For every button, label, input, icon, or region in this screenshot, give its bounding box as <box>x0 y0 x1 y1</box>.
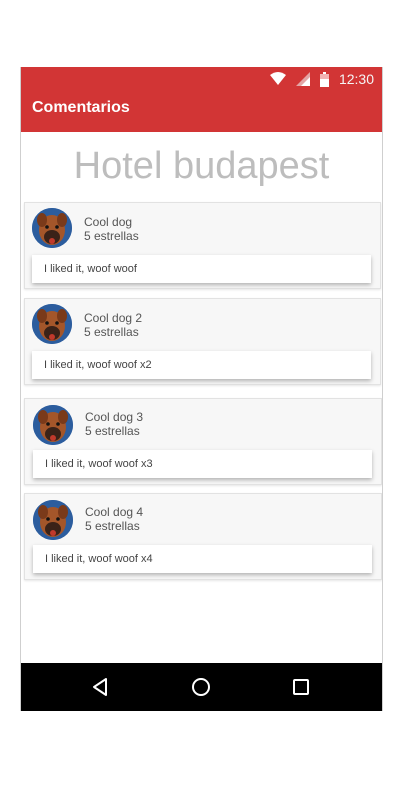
status-time: 12:30 <box>338 71 374 87</box>
avatar <box>32 304 72 344</box>
review-rating: 5 estrellas <box>85 424 140 438</box>
avatar <box>33 500 73 540</box>
reviews-content: Hotel budapest Cool dog 5 estrellas I li… <box>21 132 382 663</box>
review-comment: I liked it, woof woof x2 <box>32 351 371 379</box>
nav-bar <box>21 663 382 711</box>
reviewer-name: Cool dog <box>84 215 133 229</box>
phone-screen: 12:30 Comentarios Hotel budapest Cool do… <box>20 67 383 711</box>
review-comment-text: I liked it, woof woof x4 <box>45 553 153 565</box>
review-card[interactable]: Cool dog 4 5 estrellas I liked it, woof … <box>24 493 382 580</box>
app-bar-title: Comentarios <box>32 99 130 116</box>
home-icon[interactable] <box>190 676 212 698</box>
review-rating: 5 estrellas <box>85 519 140 533</box>
review-comment-text: I liked it, woof woof x2 <box>44 359 152 371</box>
app-bar: Comentarios <box>21 91 382 132</box>
hotel-name: Hotel budapest <box>73 145 330 187</box>
review-comment: I liked it, woof woof x3 <box>33 450 372 478</box>
wifi-icon <box>269 72 286 86</box>
reviewer-name: Cool dog 4 <box>85 505 144 519</box>
back-icon[interactable] <box>90 676 112 698</box>
review-card[interactable]: Cool dog 2 5 estrellas I liked it, woof … <box>24 298 381 385</box>
status-icons: 12:30 <box>260 70 374 88</box>
review-rating: 5 estrellas <box>84 229 139 243</box>
review-rating: 5 estrellas <box>84 325 139 339</box>
signal-icon <box>295 72 310 86</box>
review-comment-text: I liked it, woof woof <box>44 263 137 275</box>
reviewer-name: Cool dog 2 <box>84 311 143 325</box>
avatar <box>32 208 72 248</box>
status-bar: 12:30 <box>21 67 382 91</box>
reviewer-name: Cool dog 3 <box>85 410 144 424</box>
battery-icon <box>319 71 329 87</box>
avatar <box>33 405 73 445</box>
recents-icon[interactable] <box>290 676 312 698</box>
review-comment: I liked it, woof woof x4 <box>33 545 372 573</box>
review-card[interactable]: Cool dog 3 5 estrellas I liked it, woof … <box>24 398 382 485</box>
review-comment: I liked it, woof woof <box>32 255 371 283</box>
review-card[interactable]: Cool dog 5 estrellas I liked it, woof wo… <box>24 202 381 289</box>
review-comment-text: I liked it, woof woof x3 <box>45 458 153 470</box>
